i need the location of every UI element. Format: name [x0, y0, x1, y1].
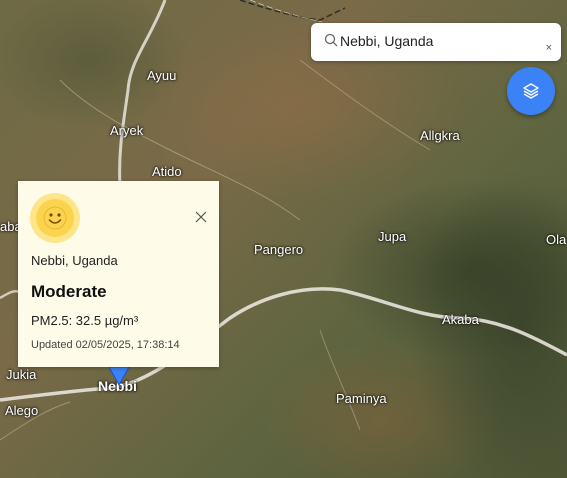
place-label-pangero: Pangero	[254, 242, 304, 257]
air-quality-popup: Nebbi, Uganda Moderate PM2.5: 32.5 µg/m³…	[18, 181, 219, 367]
place-label-jukia: Jukia	[6, 367, 37, 382]
place-label-paminya: Paminya	[336, 391, 387, 406]
updated-timestamp: Updated 02/05/2025, 17:38:14	[31, 339, 180, 351]
close-icon[interactable]	[195, 211, 207, 223]
place-label-jupa: Jupa	[378, 229, 407, 244]
pm25-value: PM2.5: 32.5 µg/m³	[31, 313, 139, 328]
place-label-alego: Alego	[5, 403, 39, 418]
place-label-aryek: Aryek	[110, 123, 144, 138]
place-label-allgkra: Allgkra	[420, 128, 460, 143]
place-label-ayuu: Ayuu	[147, 68, 177, 83]
popup-location: Nebbi, Uganda	[31, 253, 118, 268]
search-icon	[324, 33, 338, 47]
search-box: ×	[311, 23, 561, 61]
place-label-akaba: Akaba	[442, 312, 479, 327]
layers-button[interactable]	[507, 67, 555, 115]
smiley-face-icon	[30, 193, 80, 243]
clear-search-button[interactable]: ×	[546, 43, 552, 54]
layers-icon	[523, 83, 539, 99]
location-marker-icon[interactable]	[108, 366, 130, 386]
place-label-atido: Atido	[152, 164, 182, 179]
air-quality-level: Moderate	[31, 282, 107, 301]
search-input[interactable]	[340, 31, 540, 51]
place-label-ola: Ola	[546, 232, 567, 247]
